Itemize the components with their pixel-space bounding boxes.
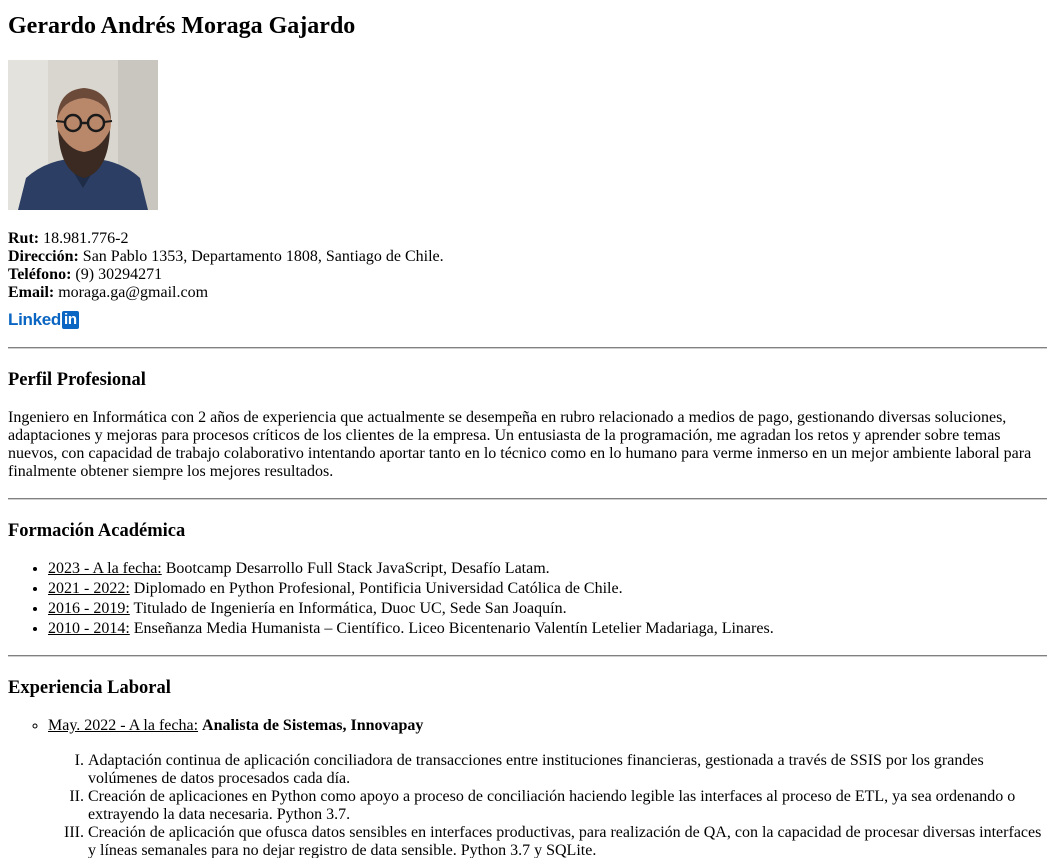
education-item: 2016 - 2019: Titulado de Ingeniería en I… — [48, 600, 1047, 618]
address-line: Dirección: San Pablo 1353, Departamento … — [8, 248, 1047, 266]
divider — [8, 347, 1047, 349]
job-title: Analista de Sistemas, Innovapay — [202, 717, 424, 734]
job-task: Adaptación continua de aplicación concil… — [88, 752, 1047, 788]
education-period: 2016 - 2019: — [48, 600, 130, 617]
email-line: Email: moraga.ga@gmail.com — [8, 284, 1047, 302]
phone-value: (9) 30294271 — [75, 266, 163, 283]
education-text: Diplomado en Python Profesional, Pontifi… — [129, 580, 623, 597]
education-text: Enseñanza Media Humanista – Científico. … — [129, 620, 774, 637]
education-list: 2023 - A la fecha: Bootcamp Desarrollo F… — [8, 560, 1047, 638]
education-period: 2023 - A la fecha: — [48, 560, 162, 577]
profile-text: Ingeniero en Informática con 2 años de e… — [8, 409, 1032, 480]
experience-heading: Experiencia Laboral — [8, 678, 171, 698]
email-value: moraga.ga@gmail.com — [58, 284, 209, 301]
address-value: San Pablo 1353, Departamento 1808, Santi… — [82, 248, 444, 265]
education-period: 2010 - 2014: — [48, 620, 130, 637]
address-label: Dirección: — [8, 248, 79, 265]
education-period: 2021 - 2022: — [48, 580, 130, 597]
education-item: 2021 - 2022: Diplomado en Python Profesi… — [48, 580, 1047, 598]
education-item: 2023 - A la fecha: Bootcamp Desarrollo F… — [48, 560, 1047, 578]
job-item: May. 2022 - A la fecha: Analista de Sist… — [48, 717, 1047, 858]
linkedin-logo-text: Linked — [8, 310, 61, 329]
profile-heading: Perfil Profesional — [8, 370, 146, 390]
education-item: 2010 - 2014: Enseñanza Media Humanista –… — [48, 620, 1047, 638]
rut-line: Rut: 18.981.776-2 — [8, 230, 1047, 248]
page-title: Gerardo Andrés Moraga Gajardo — [8, 13, 356, 39]
rut-label: Rut: — [8, 230, 40, 247]
contact-info: Rut: 18.981.776-2 Dirección: San Pablo 1… — [8, 230, 1047, 330]
job-task: Creación de aplicación que ofusca datos … — [88, 824, 1047, 858]
linkedin-link[interactable]: Linked in — [8, 310, 79, 330]
job-task-list: Adaptación continua de aplicación concil… — [48, 752, 1047, 858]
job-period: May. 2022 - A la fecha: — [48, 717, 199, 734]
phone-label: Teléfono: — [8, 266, 72, 283]
job-task: Creación de aplicaciones en Python como … — [88, 788, 1047, 824]
education-text: Bootcamp Desarrollo Full Stack JavaScrip… — [161, 560, 550, 577]
education-heading: Formación Académica — [8, 521, 186, 541]
divider — [8, 498, 1047, 500]
experience-list: May. 2022 - A la fecha: Analista de Sist… — [8, 717, 1047, 858]
phone-line: Teléfono: (9) 30294271 — [8, 266, 1047, 284]
education-text: Titulado de Ingeniería en Informática, D… — [129, 600, 567, 617]
email-label: Email: — [8, 284, 55, 301]
rut-value: 18.981.776-2 — [43, 230, 129, 247]
profile-photo — [8, 60, 158, 210]
linkedin-logo-icon: in — [62, 311, 79, 329]
divider — [8, 655, 1047, 657]
